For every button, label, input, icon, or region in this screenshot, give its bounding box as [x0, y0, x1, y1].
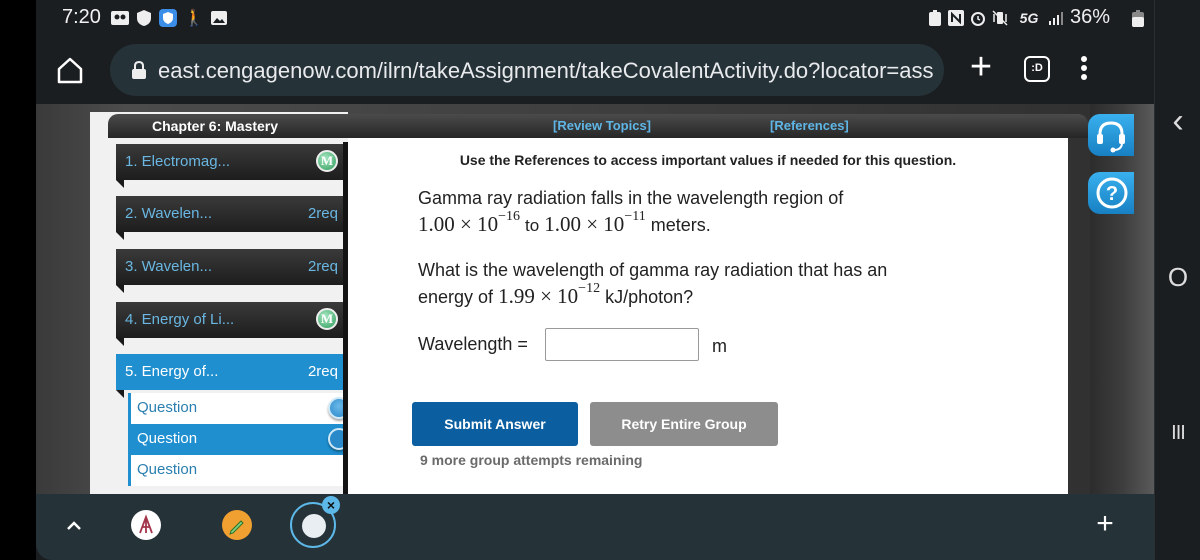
svg-text:?: ?	[1106, 183, 1118, 205]
new-tab-button[interactable]: +	[964, 48, 998, 86]
requirement-badge: 2req	[307, 363, 338, 380]
range-high: 1.00 × 10−11	[544, 209, 646, 236]
energy-prefix: energy of	[418, 287, 494, 307]
home-icon	[57, 57, 83, 84]
back-button[interactable]: ‹	[1155, 102, 1200, 141]
edge-panel-app[interactable]: ×	[290, 496, 340, 548]
submit-answer-button[interactable]: Submit Answer	[412, 402, 578, 446]
help-button[interactable]: ?	[1088, 172, 1134, 214]
sidebar-item-label: 2. Wavelen...	[125, 205, 212, 222]
palette-icon	[302, 514, 326, 538]
requirement-badge: 2req	[307, 205, 338, 222]
more-icon	[1081, 56, 1087, 62]
sidebar-item-label: 3. Wavelen...	[125, 258, 212, 275]
references-link[interactable]: [References]	[770, 118, 849, 133]
add-panel-button[interactable]: +	[1090, 506, 1120, 542]
chapter-header: Chapter 6: Mastery [Review Topics] [Refe…	[108, 114, 1088, 138]
sidebar-item-2[interactable]: 2. Wavelen... 2req	[116, 196, 352, 240]
attempts-remaining: 9 more group attempts remaining	[420, 452, 643, 468]
range-to: to	[525, 216, 540, 235]
walking-person-icon: 🚶	[184, 9, 204, 27]
address-bar[interactable]: east.cengagenow.com/ilrn/takeAssignment/…	[110, 44, 944, 96]
sub-question-label: Question	[137, 399, 198, 416]
pencil-icon	[229, 520, 244, 535]
answer-unit: m	[712, 336, 727, 356]
answer-label: Wavelength =	[418, 334, 528, 354]
status-time: 7:20	[62, 6, 101, 28]
question-prompt: What is the wavelength of gamma ray radi…	[418, 260, 888, 280]
image-icon	[210, 9, 228, 26]
navigation-bar: ‹ O III	[1154, 0, 1200, 560]
wavelength-range: 1.00 × 10−16 to 1.00 × 10−11 meters.	[418, 209, 711, 237]
signal-icon	[1048, 9, 1064, 26]
sidebar-item-label: 5. Energy of...	[125, 363, 219, 380]
sidebar-item-3[interactable]: 3. Wavelen... 2req	[116, 249, 352, 293]
shield-icon	[136, 9, 152, 26]
university-app[interactable]	[131, 510, 161, 540]
recents-button[interactable]: III	[1155, 422, 1200, 445]
chevron-up-icon	[67, 521, 81, 530]
mastery-badge-icon: M	[316, 150, 338, 172]
sub-question-2[interactable]: Question	[128, 424, 352, 455]
sub-question-3[interactable]: Question	[128, 455, 352, 486]
dock-expand-button[interactable]	[62, 510, 86, 540]
battery-percent: 36%	[1070, 6, 1111, 28]
sidebar-item-1[interactable]: 1. Electromag... M	[116, 144, 352, 188]
home-button[interactable]	[54, 54, 86, 86]
sidebar-item-4[interactable]: 4. Energy of Li... M	[116, 302, 352, 346]
battery-saver-icon	[928, 9, 942, 26]
edge-dock: × +	[36, 494, 1154, 560]
range-unit: meters.	[650, 215, 711, 235]
web-page: Chapter 6: Mastery [Review Topics] [Refe…	[36, 104, 1154, 494]
tab-switcher-button[interactable]: :D	[1024, 56, 1050, 82]
sidebar-item-5[interactable]: 5. Energy of... 2req	[116, 354, 352, 398]
range-low: 1.00 × 10−16	[418, 209, 520, 236]
university-logo-icon	[139, 514, 153, 534]
browser-toolbar: east.cengagenow.com/ilrn/takeAssignment/…	[36, 36, 1154, 104]
5g-icon: 5G	[1019, 9, 1039, 26]
wavelength-input[interactable]	[545, 328, 699, 361]
support-button[interactable]	[1088, 114, 1134, 156]
requirement-badge: 2req	[307, 258, 338, 275]
plus-icon: +	[969, 46, 993, 88]
review-topics-link[interactable]: [Review Topics]	[553, 118, 651, 133]
close-icon[interactable]: ×	[322, 496, 340, 514]
alarm-icon	[970, 9, 986, 26]
page-background-shade	[1090, 104, 1154, 494]
nfc-icon	[948, 9, 964, 26]
home-nav-button[interactable]: O	[1155, 262, 1200, 293]
sidebar-item-label: 4. Energy of Li...	[125, 311, 235, 328]
sidebar-item-label: 1. Electromag...	[125, 153, 231, 170]
sub-question-label: Question	[137, 430, 198, 447]
headset-icon	[1097, 121, 1125, 153]
mastery-badge-icon: M	[316, 308, 338, 330]
sub-question-label: Question	[137, 461, 198, 478]
status-bar: 7:20 🚶 5G 36%	[36, 0, 1154, 36]
references-note: Use the References to access important v…	[459, 152, 957, 168]
question-panel: Use the References to access important v…	[348, 138, 1068, 494]
battery-icon	[1132, 9, 1144, 27]
energy-line: energy of 1.99 × 10−12 kJ/photon?	[418, 281, 694, 309]
voicemail-icon	[110, 9, 130, 26]
lock-icon	[132, 60, 146, 79]
energy-value: 1.99 × 10−12	[498, 281, 601, 308]
question-intro: Gamma ray radiation falls in the wavelen…	[418, 188, 844, 208]
device-screen: 7:20 🚶 5G 36% east.cengagenow.com/ilrn/t…	[0, 0, 1200, 560]
sub-question-1[interactable]: Question	[128, 393, 352, 424]
url-text[interactable]: east.cengagenow.com/ilrn/takeAssignment/…	[158, 58, 938, 84]
energy-unit: kJ/photon?	[605, 287, 694, 307]
vibrate-icon	[992, 9, 1008, 26]
blue-shield-icon	[158, 8, 178, 27]
left-bezel	[0, 0, 36, 560]
help-icon: ?	[1096, 177, 1128, 209]
notes-app[interactable]	[222, 510, 252, 540]
browser-menu-button[interactable]	[1078, 54, 1090, 86]
chapter-title: Chapter 6: Mastery	[152, 118, 279, 134]
retry-entire-group-button[interactable]: Retry Entire Group	[590, 402, 778, 446]
